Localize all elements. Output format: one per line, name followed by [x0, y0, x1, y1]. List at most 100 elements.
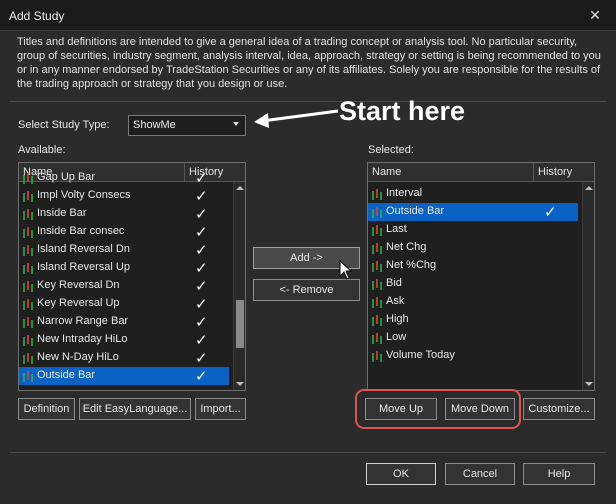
- history-check-icon: ✓: [195, 296, 208, 313]
- available-label: Available:: [18, 144, 66, 156]
- study-icon: [371, 278, 385, 291]
- selected-list[interactable]: Name History Interval Outside Bar ✓ Last Net…: [367, 162, 595, 391]
- list-item[interactable]: Key Reversal Dn ✓: [19, 277, 229, 295]
- list-item-name: Interval: [386, 187, 423, 199]
- cancel-button[interactable]: Cancel: [445, 463, 515, 485]
- column-header-history[interactable]: History: [533, 163, 583, 182]
- study-icon: [22, 172, 36, 185]
- history-check-icon: ✓: [195, 368, 208, 385]
- list-item[interactable]: Net Chg: [368, 239, 578, 257]
- study-icon: [22, 244, 36, 257]
- list-item[interactable]: Inside Bar ✓: [19, 205, 229, 223]
- history-check-icon: ✓: [195, 350, 208, 367]
- history-check-icon: ✓: [195, 242, 208, 259]
- history-check-icon: ✓: [195, 278, 208, 295]
- list-item-name: Narrow Range Bar: [37, 315, 129, 327]
- move-down-button[interactable]: Move Down: [445, 398, 515, 420]
- title-bar: Add Study ✕: [0, 0, 616, 31]
- list-item[interactable]: New N-Day HiLo ✓: [19, 349, 229, 367]
- list-item[interactable]: Low: [368, 329, 578, 347]
- study-icon: [22, 280, 36, 293]
- study-icon: [371, 260, 385, 273]
- list-item[interactable]: Ask: [368, 293, 578, 311]
- study-icon: [371, 296, 385, 309]
- history-check-icon: ✓: [195, 224, 208, 241]
- study-icon: [371, 206, 385, 219]
- study-icon: [22, 190, 36, 203]
- history-check-icon: ✓: [195, 332, 208, 349]
- remove-button[interactable]: <- Remove: [253, 279, 360, 301]
- disclaimer-text: Titles and definitions are intended to g…: [17, 36, 601, 90]
- customize-button[interactable]: Customize...: [523, 398, 595, 420]
- list-item[interactable]: New Intraday HiLo ✓: [19, 331, 229, 349]
- list-item-name: Last: [386, 223, 407, 235]
- list-item[interactable]: Outside Bar ✓: [19, 367, 229, 385]
- list-item-name: Key Reversal Dn: [37, 279, 120, 291]
- list-item-name: Key Reversal Up: [37, 297, 120, 309]
- list-item[interactable]: Island Reversal Up ✓: [19, 259, 229, 277]
- list-item[interactable]: Interval: [368, 185, 578, 203]
- study-icon: [371, 242, 385, 255]
- selected-list-header: Name History: [368, 163, 594, 182]
- list-item[interactable]: Inside Bar consec ✓: [19, 223, 229, 241]
- selected-scrollbar[interactable]: [582, 182, 594, 390]
- scrollbar-thumb[interactable]: [236, 300, 244, 348]
- study-icon: [371, 224, 385, 237]
- edit-easylanguage-button[interactable]: Edit EasyLanguage...: [79, 398, 191, 420]
- study-icon: [371, 332, 385, 345]
- list-item-name: Gap Up Bar: [37, 171, 96, 183]
- study-icon: [371, 350, 385, 363]
- list-item-name: Ask: [386, 295, 405, 307]
- study-icon: [22, 334, 36, 347]
- import-button[interactable]: Import...: [195, 398, 246, 420]
- help-button[interactable]: Help: [523, 463, 595, 485]
- list-item[interactable]: Volume Today: [368, 347, 578, 365]
- history-check-icon: ✓: [195, 170, 208, 187]
- annotation-arrow-icon: [254, 109, 339, 128]
- list-item[interactable]: Outside Bar ✓: [368, 203, 578, 221]
- study-icon: [22, 208, 36, 221]
- close-icon[interactable]: ✕: [584, 6, 606, 24]
- column-header-name[interactable]: Name: [368, 163, 533, 182]
- study-icon: [22, 262, 36, 275]
- definition-button[interactable]: Definition: [18, 398, 75, 420]
- available-list[interactable]: Name History Gap Up Bar ✓ Impl Volty Conse…: [18, 162, 246, 391]
- list-item[interactable]: Last: [368, 221, 578, 239]
- list-item-name: Net Chg: [386, 241, 427, 253]
- list-item-name: Inside Bar consec: [37, 225, 125, 237]
- available-scrollbar[interactable]: [233, 182, 245, 390]
- study-icon: [371, 188, 385, 201]
- list-item[interactable]: Impl Volty Consecs ✓: [19, 187, 229, 205]
- list-item[interactable]: Net %Chg: [368, 257, 578, 275]
- list-item[interactable]: Bid: [368, 275, 578, 293]
- list-item-name: New Intraday HiLo: [37, 333, 128, 345]
- list-item-name: Island Reversal Dn: [37, 243, 130, 255]
- study-type-value: ShowMe: [133, 119, 176, 131]
- scroll-up-icon[interactable]: [236, 186, 244, 190]
- divider: [10, 452, 606, 453]
- scroll-down-icon[interactable]: [236, 382, 244, 386]
- scroll-down-icon[interactable]: [585, 382, 593, 386]
- ok-button[interactable]: OK: [366, 463, 436, 485]
- list-item-name: Inside Bar: [37, 207, 87, 219]
- list-item-name: Outside Bar: [386, 205, 445, 217]
- study-icon: [22, 298, 36, 311]
- scroll-up-icon[interactable]: [585, 186, 593, 190]
- history-check-icon: ✓: [195, 188, 208, 205]
- study-icon: [371, 314, 385, 327]
- history-check-icon: ✓: [544, 204, 557, 221]
- history-check-icon: ✓: [195, 260, 208, 277]
- mouse-cursor-icon: [339, 260, 353, 280]
- move-up-button[interactable]: Move Up: [365, 398, 437, 420]
- list-item[interactable]: Gap Up Bar ✓: [19, 169, 229, 187]
- window-title: Add Study: [9, 9, 65, 23]
- history-check-icon: ✓: [195, 206, 208, 223]
- study-icon: [22, 370, 36, 383]
- list-item-name: New N-Day HiLo: [37, 351, 119, 363]
- study-type-select[interactable]: ShowMe: [128, 115, 246, 136]
- list-item[interactable]: Key Reversal Up ✓: [19, 295, 229, 313]
- list-item[interactable]: Island Reversal Dn ✓: [19, 241, 229, 259]
- list-item[interactable]: High: [368, 311, 578, 329]
- list-item-name: Bid: [386, 277, 402, 289]
- list-item[interactable]: Narrow Range Bar ✓: [19, 313, 229, 331]
